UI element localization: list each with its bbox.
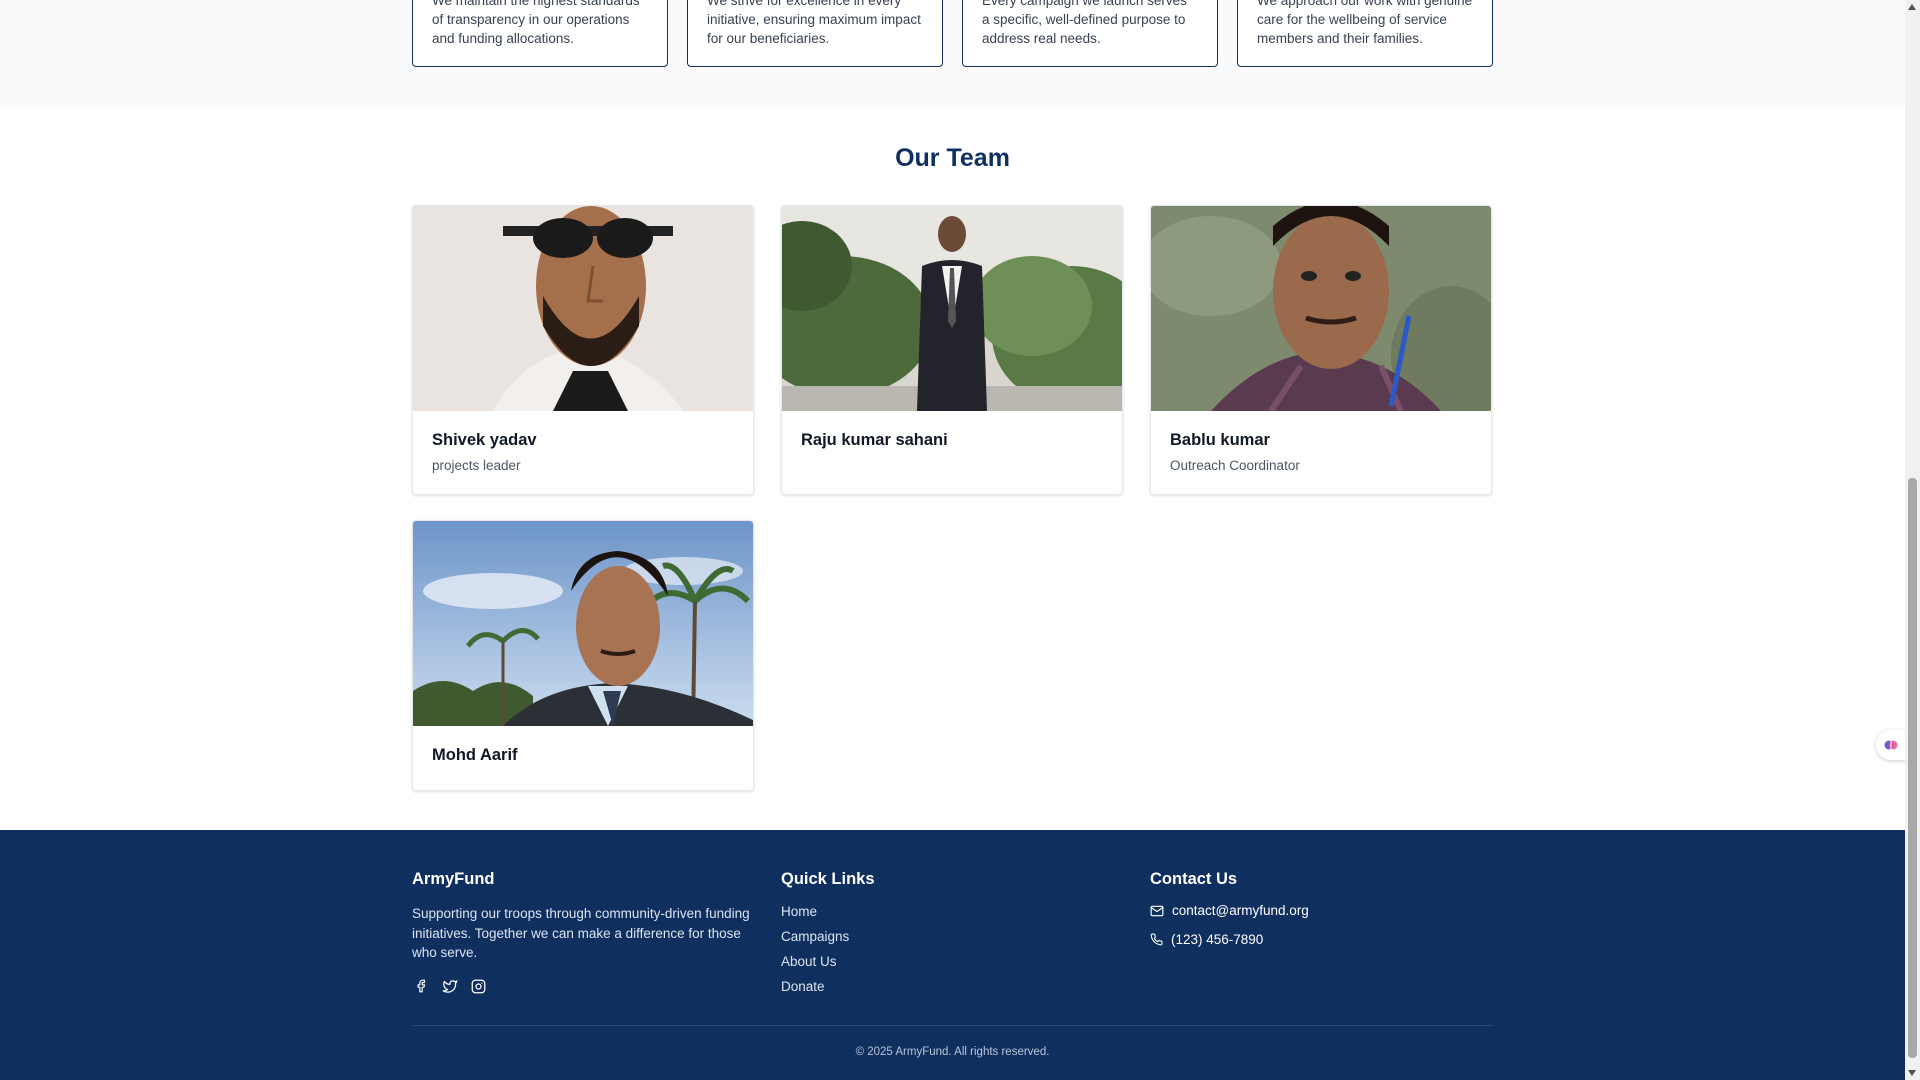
member-photo (782, 206, 1122, 411)
footer-link-about-us[interactable]: About Us (781, 954, 875, 969)
twitter-icon[interactable] (441, 978, 458, 995)
member-name: Raju kumar sahani (801, 431, 948, 449)
site-footer: ArmyFund Supporting our troops through c… (0, 830, 1905, 1080)
team-member-card: Shivek yadav projects leader (412, 205, 754, 495)
social-links (412, 978, 757, 995)
page: We maintain the highest standards of tra… (0, 0, 1905, 1080)
contact-email-row[interactable]: contact@armyfund.org (1150, 903, 1309, 918)
footer-brand: ArmyFund (412, 870, 495, 888)
portrait-image (413, 521, 753, 726)
mail-icon (1150, 905, 1164, 916)
scrollbar-thumb[interactable] (1908, 478, 1917, 1058)
scroll-up-arrow-icon[interactable] (1908, 4, 1916, 10)
facebook-icon[interactable] (412, 978, 429, 995)
footer-contact-column: Contact Us contact@armyfund.org (123) 45… (1150, 870, 1309, 947)
portrait-image (782, 206, 1122, 411)
footer-link-campaigns[interactable]: Campaigns (781, 929, 875, 944)
footer-tagline: Supporting our troops through community-… (412, 906, 750, 960)
member-name: Bablu kumar (1170, 431, 1270, 449)
contact-phone[interactable]: (123) 456-7890 (1171, 932, 1263, 947)
value-text: We approach our work with genuine care f… (1257, 0, 1473, 46)
member-photo (413, 521, 753, 726)
value-card-purpose: Every campaign we launch serves a specif… (962, 0, 1218, 67)
value-card-excellence: We strive for excellence in every initia… (687, 0, 943, 67)
member-photo (1151, 206, 1491, 411)
page-scrollbar[interactable] (1905, 0, 1920, 1080)
footer-link-home[interactable]: Home (781, 904, 875, 919)
value-card-transparency: We maintain the highest standards of tra… (412, 0, 668, 67)
floating-assistant-button[interactable] (1876, 730, 1906, 760)
footer-quick-links-column: Quick Links Home Campaigns About Us Dona… (781, 870, 875, 994)
team-title: Our Team (895, 144, 1010, 172)
member-photo (413, 206, 753, 411)
team-member-card: Raju kumar sahani (781, 205, 1123, 495)
value-text: We maintain the highest standards of tra… (432, 0, 640, 46)
value-text: Every campaign we launch serves a specif… (982, 0, 1187, 46)
contact-phone-row[interactable]: (123) 456-7890 (1150, 932, 1309, 947)
value-text: We strive for excellence in every initia… (707, 0, 921, 46)
instagram-icon[interactable] (470, 978, 487, 995)
quick-links-title: Quick Links (781, 870, 875, 888)
member-name: Shivek yadav (432, 431, 537, 449)
member-role: projects leader (432, 458, 521, 473)
footer-link-donate[interactable]: Donate (781, 979, 875, 994)
copyright-text: © 2025 ArmyFund. All rights reserved. (855, 1046, 1050, 1058)
footer-brand-column: ArmyFund Supporting our troops through c… (412, 870, 757, 995)
scroll-down-arrow-icon[interactable] (1908, 1070, 1916, 1076)
assistant-icon (1884, 740, 1898, 750)
contact-title: Contact Us (1150, 870, 1238, 888)
team-member-card: Bablu kumar Outreach Coordinator (1150, 205, 1492, 495)
footer-divider (412, 1025, 1493, 1026)
values-section: We maintain the highest standards of tra… (0, 0, 1905, 105)
member-role: Outreach Coordinator (1170, 458, 1300, 473)
contact-email[interactable]: contact@armyfund.org (1172, 903, 1309, 918)
portrait-image (1151, 206, 1491, 411)
value-card-care: We approach our work with genuine care f… (1237, 0, 1493, 67)
portrait-image (413, 206, 753, 411)
team-member-card: Mohd Aarif (412, 520, 754, 791)
phone-icon (1150, 933, 1163, 946)
member-name: Mohd Aarif (432, 746, 518, 764)
